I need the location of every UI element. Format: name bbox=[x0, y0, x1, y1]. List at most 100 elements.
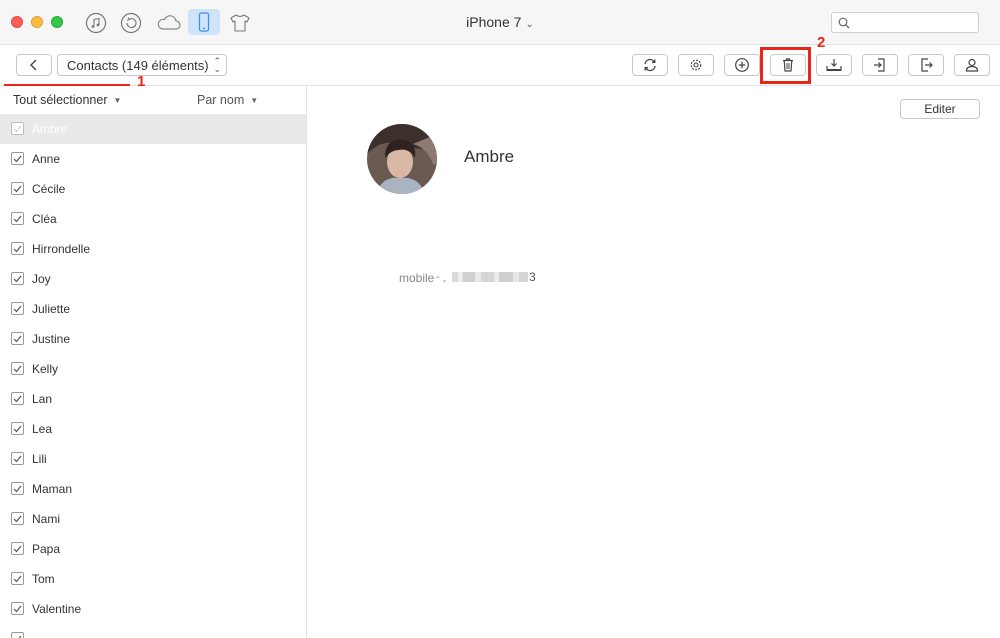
list-item[interactable]: Papa bbox=[0, 534, 306, 564]
search-box[interactable] bbox=[831, 12, 979, 33]
tshirt-icon[interactable] bbox=[227, 10, 253, 36]
contact-checkbox[interactable] bbox=[11, 392, 24, 405]
edit-button[interactable]: Editer bbox=[900, 99, 980, 119]
checkmark-icon bbox=[13, 485, 22, 492]
chevron-left-icon bbox=[30, 59, 37, 71]
list-item[interactable]: Maman bbox=[0, 474, 306, 504]
export-to-device-button[interactable] bbox=[816, 54, 852, 76]
export-to-device-icon bbox=[826, 59, 842, 71]
category-select-label: Contacts (149 éléments) bbox=[67, 57, 209, 73]
caret-down-icon: ▼ bbox=[113, 96, 122, 106]
contact-checkbox[interactable] bbox=[11, 512, 24, 525]
list-item[interactable]: Lili bbox=[0, 444, 306, 474]
updown-arrows-icon: ⌃⌄ bbox=[434, 275, 448, 284]
checkmark-icon bbox=[13, 605, 22, 612]
phone-label-selector[interactable]: mobile⌃⌄ bbox=[399, 271, 448, 285]
select-all-label: Tout sélectionner bbox=[13, 93, 108, 107]
list-item[interactable]: Justine bbox=[0, 324, 306, 354]
checkmark-icon bbox=[13, 515, 22, 522]
contact-info-button[interactable] bbox=[954, 54, 990, 76]
contact-checkbox[interactable] bbox=[11, 242, 24, 255]
add-button[interactable] bbox=[724, 54, 760, 76]
export-button[interactable] bbox=[908, 54, 944, 76]
list-item[interactable]: Kelly bbox=[0, 354, 306, 384]
contact-name-label: Juliette bbox=[32, 302, 71, 316]
settings-button[interactable] bbox=[678, 54, 714, 76]
contact-checkbox[interactable] bbox=[11, 362, 24, 375]
list-item[interactable]: Lea bbox=[0, 414, 306, 444]
title-bar: iPhone 7 ⌄ bbox=[0, 0, 1000, 45]
back-button[interactable] bbox=[16, 54, 52, 76]
music-icon[interactable] bbox=[83, 10, 109, 36]
contact-name-label: Justine bbox=[32, 332, 71, 346]
list-item[interactable]: Tom bbox=[0, 564, 306, 594]
contact-checkbox[interactable] bbox=[11, 152, 24, 165]
checkmark-icon bbox=[13, 125, 22, 132]
list-item[interactable]: Anne bbox=[0, 144, 306, 174]
contact-checkbox[interactable] bbox=[11, 302, 24, 315]
contact-checkbox[interactable] bbox=[11, 212, 24, 225]
checkmark-icon bbox=[13, 365, 22, 372]
sort-dropdown[interactable]: Par nom ▼ bbox=[197, 93, 258, 107]
contact-name-label: Cléa bbox=[32, 212, 57, 226]
checkmark-icon bbox=[18, 635, 22, 638]
contact-checkbox[interactable] bbox=[11, 572, 24, 585]
checkmark-icon bbox=[13, 215, 22, 222]
checkmark-icon bbox=[13, 305, 22, 312]
phone-label: mobile bbox=[399, 271, 435, 285]
contact-checkbox[interactable] bbox=[11, 122, 24, 135]
contact-name-label: Valentine bbox=[32, 602, 82, 616]
contact-name-label: Kelly bbox=[32, 362, 59, 376]
contact-name-label: Ambre bbox=[32, 122, 68, 136]
iphone-icon[interactable] bbox=[188, 9, 220, 35]
list-item[interactable]: Juliette bbox=[0, 294, 306, 324]
contact-checkbox[interactable] bbox=[11, 602, 24, 615]
close-window-button[interactable] bbox=[11, 16, 23, 28]
annotation-number-2: 2 bbox=[817, 34, 826, 51]
contact-name-label: Lea bbox=[32, 422, 53, 436]
list-item[interactable] bbox=[0, 624, 306, 638]
contacts-list: Ambre Anne Cécile Cléa Hirrondelle Joy Juliett… bbox=[0, 114, 306, 638]
contact-checkbox[interactable] bbox=[11, 452, 24, 465]
list-item[interactable]: Nami bbox=[0, 504, 306, 534]
contact-checkbox[interactable] bbox=[11, 482, 24, 495]
import-button[interactable] bbox=[862, 54, 898, 76]
contact-name-label: Cécile bbox=[32, 182, 66, 196]
contact-checkbox[interactable] bbox=[11, 182, 24, 195]
search-input[interactable] bbox=[854, 14, 978, 33]
contact-checkbox[interactable] bbox=[11, 272, 24, 285]
checkmark-icon bbox=[13, 545, 22, 552]
contact-name-label: Nami bbox=[32, 512, 61, 526]
contact-name-label: Maman bbox=[32, 482, 73, 496]
select-all-dropdown[interactable]: Tout sélectionner ▼ bbox=[13, 93, 121, 107]
list-item[interactable]: Joy bbox=[0, 264, 306, 294]
checkmark-icon bbox=[13, 425, 22, 432]
contact-name-label: Lili bbox=[32, 452, 47, 466]
contact-checkbox[interactable] bbox=[11, 332, 24, 345]
maximize-window-button[interactable] bbox=[51, 16, 63, 28]
cloud-icon[interactable] bbox=[154, 10, 184, 36]
checkmark-icon bbox=[13, 395, 22, 402]
restore-icon[interactable] bbox=[118, 10, 144, 36]
list-item[interactable]: Cécile bbox=[0, 174, 306, 204]
list-item[interactable]: Cléa bbox=[0, 204, 306, 234]
checkmark-icon bbox=[13, 575, 22, 582]
list-item[interactable]: Ambre bbox=[0, 114, 306, 144]
highlight-delete-button bbox=[760, 47, 811, 84]
export-icon bbox=[921, 58, 933, 72]
contact-checkbox[interactable] bbox=[11, 422, 24, 435]
import-icon bbox=[874, 58, 885, 72]
device-selector[interactable]: iPhone 7 ⌄ bbox=[440, 14, 560, 30]
contact-checkbox[interactable] bbox=[11, 542, 24, 555]
list-item[interactable]: Hirrondelle bbox=[0, 234, 306, 264]
contact-icon bbox=[965, 58, 979, 72]
refresh-button[interactable] bbox=[632, 54, 668, 76]
minimize-window-button[interactable] bbox=[31, 16, 43, 28]
list-item[interactable]: Valentine bbox=[0, 594, 306, 624]
checkmark-icon bbox=[13, 275, 22, 282]
list-item[interactable]: Lan bbox=[0, 384, 306, 414]
contact-checkbox[interactable] bbox=[11, 632, 24, 638]
contact-name-label: Hirrondelle bbox=[32, 242, 91, 256]
contacts-list-pane: Tout sélectionner ▼ Par nom ▼ Ambre Anne Céc… bbox=[0, 86, 307, 638]
checkmark-icon bbox=[13, 335, 22, 342]
